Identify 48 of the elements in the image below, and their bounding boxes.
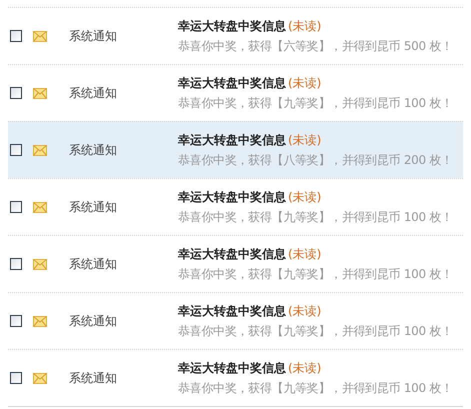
- message-row[interactable]: 系统通知 幸运大转盘中奖信息 (未读) 恭喜你中奖，获得【八等奖】，并得到昆币 200 枚！: [8, 121, 463, 178]
- sender-name: 系统通知: [69, 84, 118, 102]
- checkbox[interactable]: [10, 87, 22, 99]
- sender-name: 系统通知: [69, 142, 118, 158]
- message-row[interactable]: 系统通知 幸运大转盘中奖信息 (未读) 恭喜你中奖，获得【九等奖】，并得到昆币 100 枚！: [8, 349, 463, 407]
- message-preview: 恭喜你中奖，获得【六等奖】，并得到昆币 500 枚！: [178, 38, 453, 54]
- sender-name: 系统通知: [69, 312, 118, 330]
- message-row[interactable]: 系统通知 幸运大转盘中奖信息 (未读) 恭喜你中奖，获得【九等奖】，并得到昆币 100 枚！: [8, 235, 463, 292]
- sender-name: 系统通知: [69, 198, 118, 216]
- message-preview: 恭喜你中奖，获得【九等奖】，并得到昆币 100 枚！: [178, 322, 453, 340]
- sender-name: 系统通知: [69, 28, 118, 44]
- message-title[interactable]: 幸运大转盘中奖信息: [178, 360, 286, 376]
- unread-label: (未读): [288, 302, 322, 320]
- message-row[interactable]: 系统通知 幸运大转盘中奖信息 (未读) 恭喜你中奖，获得【九等奖】，并得到昆币 100 枚！: [8, 178, 463, 235]
- message-title[interactable]: 幸运大转盘中奖信息: [178, 246, 286, 262]
- sender-name: 系统通知: [69, 256, 118, 272]
- message-title[interactable]: 幸运大转盘中奖信息: [178, 132, 286, 148]
- unread-label: (未读): [288, 132, 322, 148]
- checkbox[interactable]: [10, 258, 22, 270]
- unread-label: (未读): [288, 246, 322, 262]
- unread-label: (未读): [288, 188, 322, 206]
- envelope-icon: [33, 372, 47, 384]
- message-preview: 恭喜你中奖，获得【九等奖】，并得到昆币 100 枚！: [178, 94, 453, 112]
- message-preview: 恭喜你中奖，获得【八等奖】，并得到昆币 200 枚！: [178, 152, 453, 168]
- message-title[interactable]: 幸运大转盘中奖信息: [178, 302, 286, 320]
- checkbox[interactable]: [10, 372, 22, 384]
- envelope-icon: [33, 88, 47, 98]
- checkbox[interactable]: [10, 30, 22, 42]
- unread-label: (未读): [288, 74, 322, 92]
- checkbox[interactable]: [10, 144, 22, 156]
- sender-name: 系统通知: [69, 370, 118, 386]
- checkbox[interactable]: [10, 201, 22, 213]
- message-preview: 恭喜你中奖，获得【九等奖】，并得到昆币 100 枚！: [178, 208, 453, 226]
- unread-label: (未读): [288, 360, 322, 376]
- envelope-icon: [33, 144, 47, 156]
- checkbox[interactable]: [10, 315, 22, 327]
- message-title[interactable]: 幸运大转盘中奖信息: [178, 188, 286, 206]
- message-preview: 恭喜你中奖，获得【九等奖】，并得到昆币 100 枚！: [178, 266, 453, 282]
- envelope-icon: [33, 258, 47, 270]
- envelope-icon: [33, 316, 47, 326]
- message-title[interactable]: 幸运大转盘中奖信息: [178, 18, 286, 34]
- envelope-icon: [33, 30, 47, 42]
- unread-label: (未读): [288, 18, 322, 34]
- message-title[interactable]: 幸运大转盘中奖信息: [178, 74, 286, 92]
- envelope-icon: [33, 202, 47, 212]
- message-preview: 恭喜你中奖，获得【九等奖】，并得到昆币 100 枚！: [178, 380, 453, 396]
- message-row[interactable]: 系统通知 幸运大转盘中奖信息 (未读) 恭喜你中奖，获得【六等奖】，并得到昆币 500 枚！: [8, 7, 463, 64]
- message-row[interactable]: 系统通知 幸运大转盘中奖信息 (未读) 恭喜你中奖，获得【九等奖】，并得到昆币 100 枚！: [8, 292, 463, 349]
